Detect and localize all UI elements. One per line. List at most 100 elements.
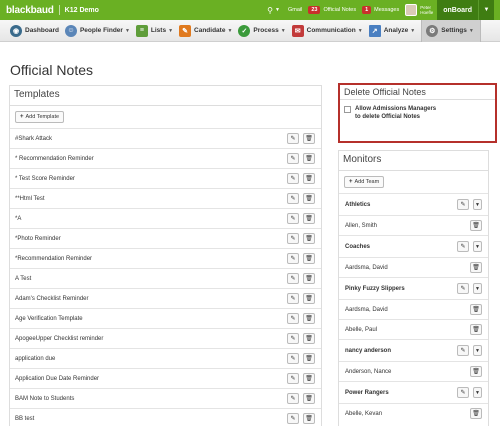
- edit-team-button[interactable]: ✎: [457, 387, 469, 398]
- official-notes-badge[interactable]: 23: [308, 6, 321, 14]
- edit-template-button[interactable]: ✎: [287, 333, 299, 344]
- delete-template-button[interactable]: 🗑: [303, 153, 315, 164]
- edit-template-button[interactable]: ✎: [287, 393, 299, 404]
- trash-icon: 🗑: [472, 327, 480, 333]
- remove-member-button[interactable]: 🗑: [470, 366, 482, 377]
- chevron-down-icon: ▼: [280, 27, 286, 34]
- edit-template-button[interactable]: ✎: [287, 413, 299, 424]
- template-name: * Recommendation Reminder: [15, 155, 94, 162]
- template-name: **Html Test: [15, 195, 45, 202]
- gmail-link[interactable]: Gmail: [288, 7, 302, 13]
- edit-template-button[interactable]: ✎: [287, 233, 299, 244]
- table-row: ApogeeUpper Checklist reminder ✎ 🗑: [10, 328, 321, 348]
- delete-template-button[interactable]: 🗑: [303, 193, 315, 204]
- team-options-dropdown[interactable]: ▼: [473, 345, 482, 356]
- templates-heading: Templates: [10, 86, 321, 106]
- delete-template-button[interactable]: 🗑: [303, 133, 315, 144]
- official-notes-link[interactable]: Official Notes: [323, 7, 356, 13]
- edit-template-button[interactable]: ✎: [287, 153, 299, 164]
- edit-template-button[interactable]: ✎: [287, 313, 299, 324]
- edit-template-button[interactable]: ✎: [287, 353, 299, 364]
- team-options-dropdown[interactable]: ▼: [473, 199, 482, 210]
- template-name: application due: [15, 355, 56, 362]
- delete-template-button[interactable]: 🗑: [303, 213, 315, 224]
- edit-team-button[interactable]: ✎: [457, 283, 469, 294]
- nav-dashboard[interactable]: ◉ Dashboard: [10, 20, 65, 42]
- chevron-down-icon[interactable]: ▼: [275, 7, 280, 13]
- user-name[interactable]: Peter Hoefle: [420, 5, 434, 15]
- edit-team-button[interactable]: ✎: [457, 345, 469, 356]
- team-options-dropdown[interactable]: ▼: [473, 387, 482, 398]
- edit-template-button[interactable]: ✎: [287, 253, 299, 264]
- pencil-icon: ✎: [290, 176, 296, 182]
- delete-template-button[interactable]: 🗑: [303, 413, 315, 424]
- nav-settings[interactable]: ⚙ Settings ▼: [421, 19, 481, 42]
- delete-template-button[interactable]: 🗑: [303, 373, 315, 384]
- messages-link[interactable]: Messages: [374, 7, 399, 13]
- dashboard-icon: ◉: [10, 24, 22, 37]
- nav-people-finder[interactable]: ☺ People Finder ▼: [64, 20, 136, 42]
- template-name: *A: [15, 215, 22, 222]
- remove-member-button[interactable]: 🗑: [470, 408, 482, 419]
- team-options-dropdown[interactable]: ▼: [473, 283, 482, 294]
- remove-member-button[interactable]: 🗑: [470, 220, 482, 231]
- monitors-heading: Monitors: [339, 151, 488, 171]
- main-nav: ◉ Dashboard ☺ People Finder ▼ ≡ Lists ▼ …: [0, 19, 500, 42]
- delete-template-button[interactable]: 🗑: [303, 353, 315, 364]
- add-team-label: Add Team: [354, 179, 380, 185]
- blackbaud-logo[interactable]: blackbaud: [6, 5, 54, 16]
- template-name: *Photo Reminder: [15, 235, 61, 242]
- add-template-label: Add Template: [25, 114, 60, 120]
- remove-member-button[interactable]: 🗑: [470, 262, 482, 273]
- remove-member-button[interactable]: 🗑: [470, 324, 482, 335]
- nav-process[interactable]: ✓ Process ▼: [238, 20, 291, 42]
- edit-template-button[interactable]: ✎: [287, 373, 299, 384]
- allow-delete-checkbox[interactable]: [344, 106, 351, 113]
- delete-template-button[interactable]: 🗑: [303, 253, 315, 264]
- edit-template-button[interactable]: ✎: [287, 213, 299, 224]
- edit-team-button[interactable]: ✎: [457, 199, 469, 210]
- edit-template-button[interactable]: ✎: [287, 193, 299, 204]
- trash-icon: 🗑: [305, 376, 313, 382]
- chevron-down-icon: ▼: [227, 27, 233, 34]
- nav-analyze[interactable]: ↗ Analyze ▼: [368, 20, 422, 42]
- pencil-icon: ✎: [290, 336, 296, 342]
- delete-template-button[interactable]: 🗑: [303, 333, 315, 344]
- user-last-name: Hoefle: [420, 10, 434, 15]
- delete-template-button[interactable]: 🗑: [303, 173, 315, 184]
- edit-template-button[interactable]: ✎: [287, 173, 299, 184]
- delete-template-button[interactable]: 🗑: [303, 313, 315, 324]
- delete-template-button[interactable]: 🗑: [303, 233, 315, 244]
- candidate-icon: ✎: [179, 24, 192, 37]
- template-name: *Recommendation Reminder: [15, 255, 93, 262]
- chevron-down-icon: ▼: [475, 389, 480, 396]
- edit-team-button[interactable]: ✎: [457, 241, 469, 252]
- edit-template-button[interactable]: ✎: [287, 133, 299, 144]
- avatar[interactable]: [405, 4, 418, 16]
- remove-member-button[interactable]: 🗑: [470, 304, 482, 315]
- add-template-button[interactable]: + Add Template: [15, 111, 65, 123]
- team-member-name: Abelle, Paul: [345, 326, 378, 333]
- delete-template-button[interactable]: 🗑: [303, 293, 315, 304]
- messages-badge[interactable]: 1: [362, 6, 372, 14]
- delete-template-button[interactable]: 🗑: [303, 273, 315, 284]
- nav-label: Communication: [306, 27, 356, 34]
- template-name: Application Due Date Reminder: [15, 375, 100, 382]
- add-team-button[interactable]: + Add Team: [344, 176, 385, 188]
- process-icon: ✓: [238, 24, 251, 37]
- edit-template-button[interactable]: ✎: [287, 273, 299, 284]
- search-icon[interactable]: ⚲: [267, 6, 273, 15]
- team-options-dropdown[interactable]: ▼: [473, 241, 482, 252]
- delete-template-button[interactable]: 🗑: [303, 393, 315, 404]
- nav-lists[interactable]: ≡ Lists ▼: [135, 20, 179, 42]
- onboard-button[interactable]: onBoard: [437, 0, 478, 20]
- logo-divider: [58, 5, 60, 15]
- nav-candidate[interactable]: ✎ Candidate ▼: [179, 20, 238, 42]
- onboard-dropdown-button[interactable]: ▼: [478, 0, 494, 20]
- table-row: Application Due Date Reminder ✎ 🗑: [10, 368, 321, 388]
- team-member-name: Abelle, Kevan: [345, 410, 383, 417]
- pencil-icon: ✎: [460, 244, 466, 250]
- table-row: BAM Note to Students ✎ 🗑: [10, 388, 321, 408]
- edit-template-button[interactable]: ✎: [287, 293, 299, 304]
- nav-communication[interactable]: ✉ Communication ▼: [291, 20, 369, 42]
